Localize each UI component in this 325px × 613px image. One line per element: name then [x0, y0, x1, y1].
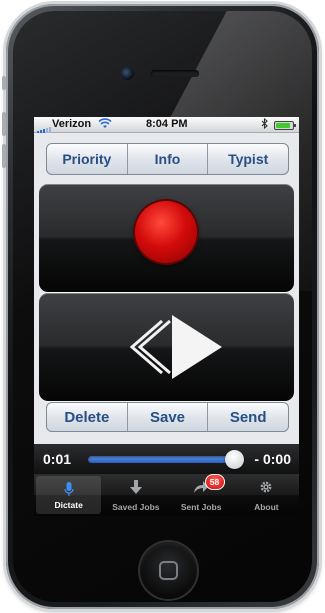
microphone-icon [36, 482, 101, 498]
tab-label: Sent Jobs [180, 502, 222, 512]
wifi-icon [98, 118, 112, 132]
signal-bars-icon [37, 121, 52, 133]
scrubber-thumb[interactable] [225, 450, 245, 469]
app-screen: Verizon 8:04 PM Priority Info Typist Del… [34, 117, 299, 516]
progress-track[interactable] [88, 456, 242, 463]
record-icon[interactable] [135, 201, 197, 263]
priority-button[interactable]: Priority [47, 144, 128, 174]
status-time: 8:04 PM [146, 118, 188, 130]
carrier-name: Verizon [52, 118, 92, 130]
mute-switch [2, 76, 6, 90]
tab-bar: Dictate Saved Jobs 58 Sent Jobs About [34, 474, 299, 516]
typist-button[interactable]: Typist [208, 144, 288, 174]
info-button[interactable]: Info [128, 144, 209, 174]
rewind-chevron-icon[interactable] [129, 319, 171, 375]
save-button[interactable]: Save [128, 403, 209, 431]
front-camera [121, 67, 134, 80]
playback-panel [39, 293, 294, 401]
volume-down-button [2, 144, 6, 168]
tab-label: Dictate [54, 500, 83, 510]
tab-label: About [254, 502, 279, 512]
playback-scrubber-bar: 0:01 - 0:00 [34, 444, 299, 474]
tab-about[interactable]: About [234, 474, 299, 516]
battery-level-fill [276, 123, 290, 128]
download-arrow-icon [103, 480, 168, 496]
home-square-icon [159, 561, 178, 580]
sent-jobs-badge: 58 [204, 474, 225, 490]
bluetooth-icon [261, 117, 268, 132]
gear-icon [234, 480, 299, 496]
send-button[interactable]: Send [208, 403, 288, 431]
dictation-actions-bar[interactable]: Delete Save Send [46, 402, 289, 432]
elapsed-time: 0:01 [43, 451, 72, 467]
home-button[interactable] [140, 542, 197, 599]
tab-sent-jobs[interactable]: 58 Sent Jobs [169, 474, 234, 516]
earpiece-speaker [151, 70, 199, 77]
job-options-segmented-control[interactable]: Priority Info Typist [46, 143, 289, 175]
tab-saved-jobs[interactable]: Saved Jobs [103, 474, 168, 516]
tab-label: Saved Jobs [112, 502, 160, 512]
tab-dictate[interactable]: Dictate [36, 476, 102, 514]
battery-icon [274, 121, 296, 130]
record-panel[interactable] [39, 184, 294, 292]
status-bar: Verizon 8:04 PM [34, 117, 299, 133]
play-icon[interactable] [172, 315, 222, 379]
volume-up-button [2, 112, 6, 136]
remaining-time: - 0:00 [254, 451, 291, 467]
delete-button[interactable]: Delete [47, 403, 128, 431]
